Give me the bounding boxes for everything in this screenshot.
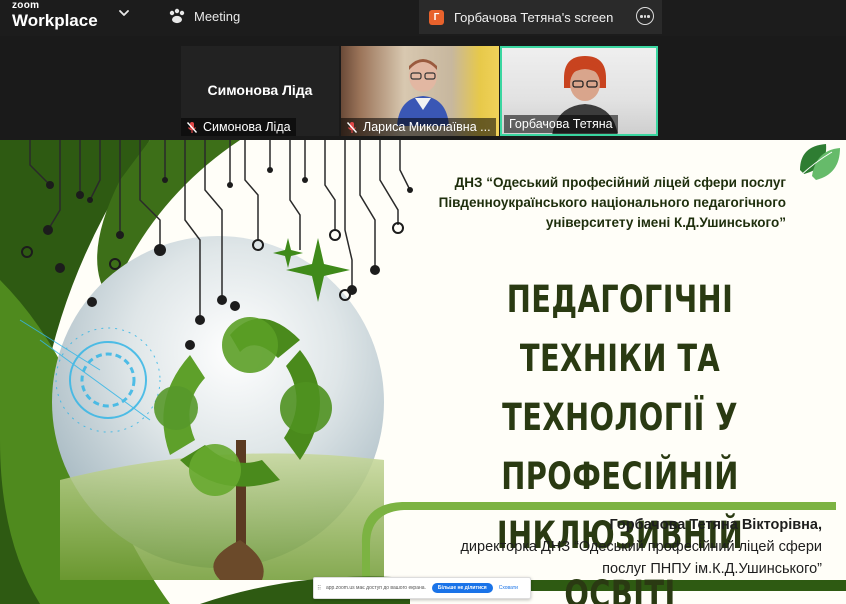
participant-name: Горбачова Тетяна [509, 117, 613, 131]
participant-video-person [397, 59, 449, 126]
shared-slide: ДНЗ “Одеський професійний ліцей сфери по… [0, 140, 846, 604]
participant-name-bar: Лариса Миколаївна ... [341, 118, 496, 136]
more-options-icon[interactable] [636, 7, 654, 25]
share-notice-message: app.zoom.us має доступ до вашого екрана. [326, 585, 426, 591]
screen-avatar-badge: Г [429, 9, 444, 25]
leaves-logo-icon [799, 144, 840, 180]
meeting-tab-label: Meeting [194, 8, 241, 24]
title-line: ПЕДАГОГІЧНІ ТЕХНІКИ ТА [506, 278, 734, 380]
hide-notice-link[interactable]: Сховати [499, 585, 518, 591]
zoom-workplace-logo[interactable]: zoom Workplace [12, 0, 98, 30]
shared-screen-tab[interactable]: Г Горбачова Тетяна's screen [419, 0, 662, 34]
organization-name: ДНЗ “Одеський професійний ліцей сфери по… [405, 173, 786, 233]
participant-name: Симонова Ліда [203, 120, 291, 134]
participants-strip: Симонова Ліда Симонова Ліда Лариса Микол… [0, 36, 846, 140]
stop-sharing-button[interactable]: Більше не ділитися [431, 583, 493, 593]
mic-muted-icon [186, 121, 198, 133]
participant-tile-active-speaker[interactable]: Горбачова Тетяна [500, 46, 658, 136]
participant-name: Лариса Миколаївна ... [363, 120, 491, 134]
brand-zoom-text: zoom [12, 0, 40, 11]
author-name: Горбачова Тетяна Вікторівна, [609, 517, 822, 533]
participant-name-bar: Горбачова Тетяна [504, 115, 618, 133]
shared-screen-title: Горбачова Тетяна's screen [454, 9, 614, 25]
screen-share-notice: ⠿ app.zoom.us має доступ до вашого екран… [313, 577, 531, 599]
author-line: директорка ДНЗ “Одеський професійний ліц… [460, 539, 822, 555]
org-line: Південноукраїнського національного педаг… [438, 195, 786, 210]
chevron-down-icon[interactable] [117, 6, 131, 20]
title-line: ТЕХНОЛОГІЇ У ПРОФЕСІЙНІЙ [501, 396, 739, 498]
participant-display-name: Симонова Ліда [207, 82, 313, 98]
participant-tile[interactable]: Лариса Миколаївна ... [341, 46, 499, 136]
paw-participants-icon [169, 8, 185, 24]
drag-handle-icon[interactable]: ⠿ [317, 585, 323, 592]
mic-muted-icon [346, 121, 358, 133]
author-block: Горбачова Тетяна Вікторівна, директорка … [390, 514, 822, 580]
meeting-tab[interactable]: Meeting [168, 7, 240, 25]
brand-workplace-text: Workplace [12, 11, 98, 30]
org-line: університету імені К.Д.Ушинського” [545, 215, 786, 230]
participant-name-bar: Симонова Ліда [181, 118, 296, 136]
top-bar: zoom Workplace Meeting Г Горбачова Тетян… [0, 0, 846, 36]
participant-tile[interactable]: Симонова Ліда Симонова Ліда [181, 46, 339, 136]
org-line: ДНЗ “Одеський професійний ліцей сфери по… [454, 175, 786, 190]
